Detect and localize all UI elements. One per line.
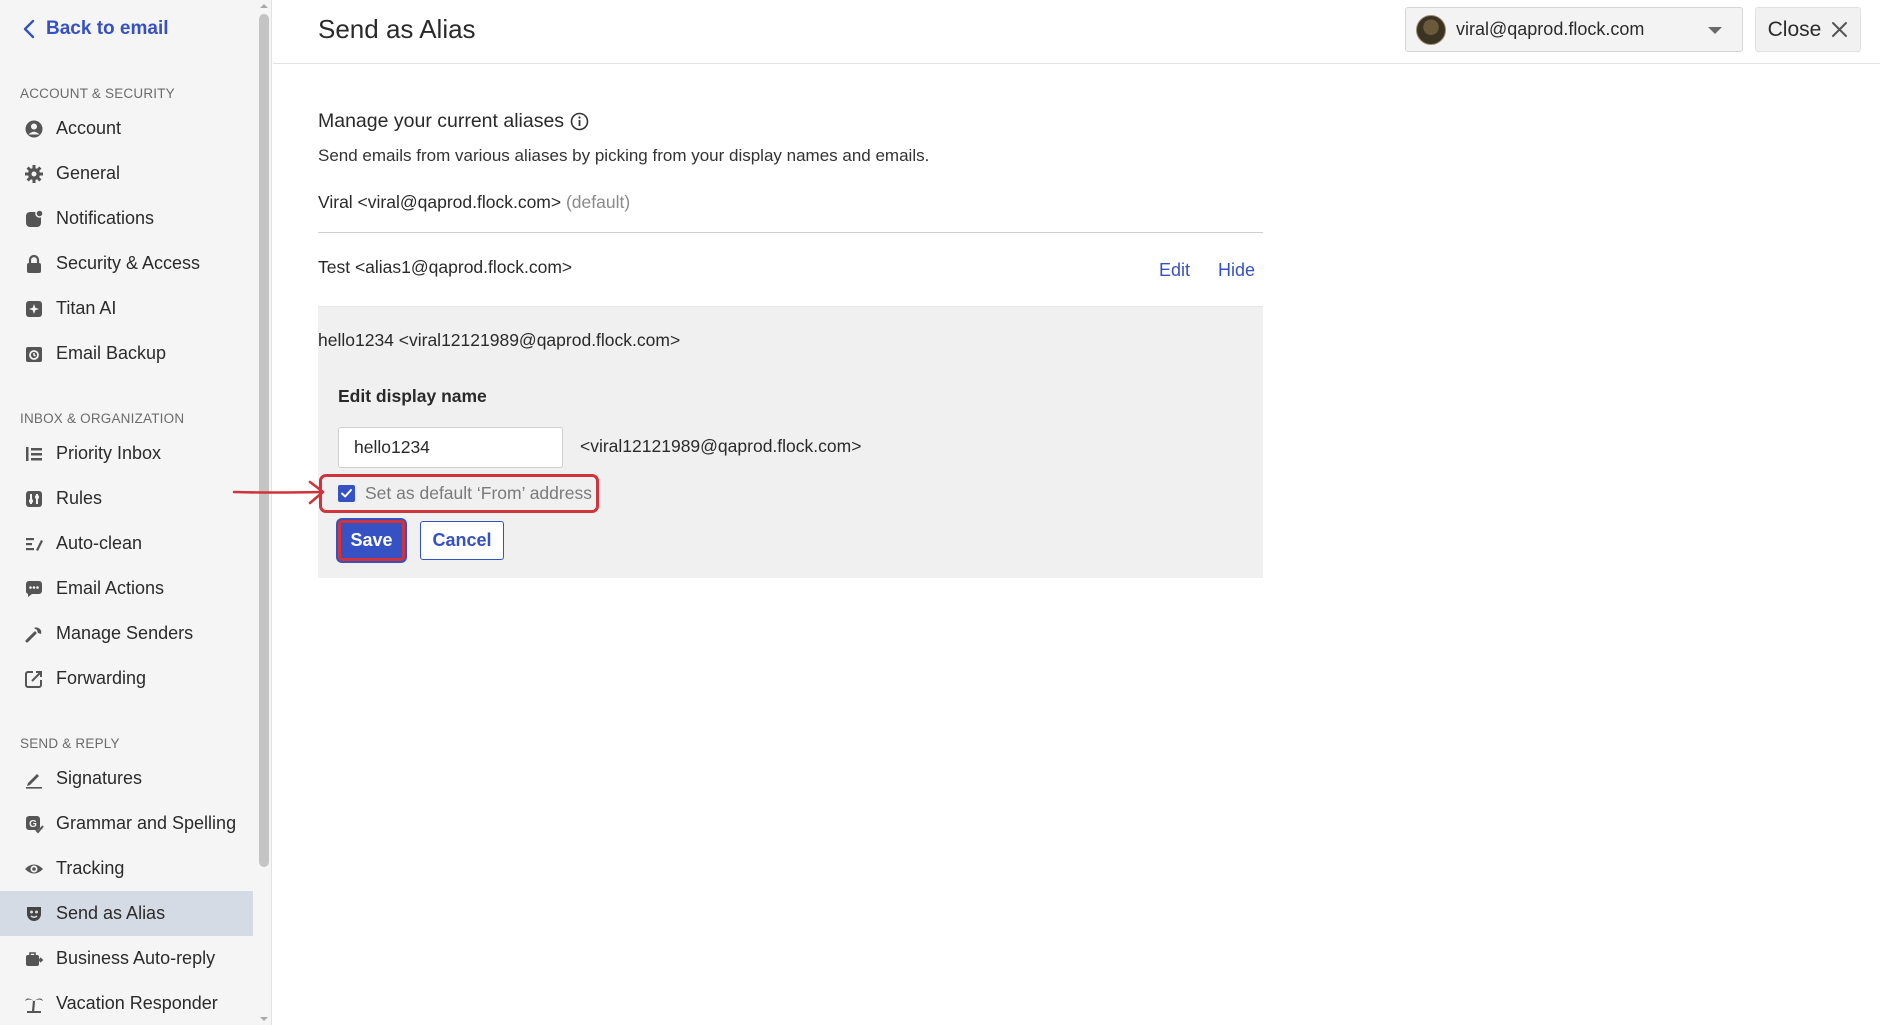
sparkle-icon xyxy=(24,299,44,319)
sidebar-item-label: Manage Senders xyxy=(56,623,194,643)
sidebar-item-priority-inbox[interactable]: Priority Inbox xyxy=(0,431,253,476)
annotation-arrow-icon xyxy=(232,480,325,505)
default-alias-row: Viral <viral@qaprod.flock.com> (default) xyxy=(318,192,630,213)
sidebar-item-label: General xyxy=(56,163,121,183)
sidebar-item-rules[interactable]: Rules xyxy=(0,476,253,521)
close-icon xyxy=(1832,22,1848,37)
page-title: Send as Alias xyxy=(318,14,476,44)
sidebar-item-label: Titan AI xyxy=(56,298,117,318)
manage-aliases-title: Manage your current aliases xyxy=(318,110,565,132)
info-icon[interactable] xyxy=(570,112,589,131)
sidebar-item-business-auto-reply[interactable]: Business Auto-reply xyxy=(0,936,253,981)
save-button[interactable]: Save xyxy=(338,520,405,561)
sidebar-item-label: Rules xyxy=(56,488,103,508)
grammar-icon: G xyxy=(24,814,44,834)
sidebar-item-label: Auto-clean xyxy=(56,533,143,553)
notification-icon xyxy=(24,208,44,229)
sidebar-item-notifications[interactable]: Notifications xyxy=(0,196,253,241)
gear-icon xyxy=(24,164,44,184)
sidebar-item-label: Grammar and Spelling xyxy=(56,813,237,833)
sidebar-item-auto-clean[interactable]: Auto-clean xyxy=(0,521,253,566)
alias-row-test: Test <alias1@qaprod.flock.com> xyxy=(318,257,573,277)
default-tag: (default) xyxy=(565,192,631,212)
email-actions-icon xyxy=(24,579,44,599)
section-label-inbox-organization: INBOX & ORGANIZATION xyxy=(20,411,185,426)
sidebar-item-label: Email Actions xyxy=(56,578,165,598)
default-alias-address: Viral <viral@qaprod.flock.com> xyxy=(318,192,562,212)
hide-alias-link[interactable]: Hide xyxy=(1218,260,1255,281)
section-label-account-security: ACCOUNT & SECURITY xyxy=(20,86,175,101)
user-circle-icon xyxy=(24,119,44,139)
svg-text:G: G xyxy=(29,819,37,830)
set-default-label: Set as default ‘From’ address xyxy=(365,483,592,503)
sidebar-item-label: Business Auto-reply xyxy=(56,948,216,968)
sidebar-item-label: Vacation Responder xyxy=(56,993,218,1013)
divider xyxy=(318,232,1263,233)
cancel-button[interactable]: Cancel xyxy=(420,521,504,560)
checkmark-icon xyxy=(341,489,352,498)
sidebar-item-label: Account xyxy=(56,118,122,138)
editing-alias-address: hello1234 <viral12121989@qaprod.flock.co… xyxy=(318,330,681,350)
sidebar-item-vacation-responder[interactable]: Vacation Responder xyxy=(0,981,253,1025)
sidebar-item-label: Notifications xyxy=(56,208,155,228)
close-button[interactable]: Close xyxy=(1755,7,1861,52)
sidebar-item-security-access[interactable]: Security & Access xyxy=(0,241,253,286)
settings-sidebar: Back to email ACCOUNT & SECURITY Account… xyxy=(0,0,272,1025)
sidebar-item-label: Send as Alias xyxy=(56,903,166,923)
lock-icon xyxy=(24,254,44,274)
manage-aliases-description: Send emails from various aliases by pick… xyxy=(318,146,930,165)
eye-icon xyxy=(24,859,44,879)
section-label-send-reply: SEND & REPLY xyxy=(20,736,120,751)
sidebar-scrollbar[interactable] xyxy=(256,0,271,1025)
edit-alias-panel: hello1234 <viral12121989@qaprod.flock.co… xyxy=(318,306,1263,578)
sidebar-item-label: Priority Inbox xyxy=(56,443,162,463)
sidebar-item-general[interactable]: General xyxy=(0,151,253,196)
account-dropdown[interactable]: viral@qaprod.flock.com xyxy=(1405,7,1743,52)
auto-clean-icon xyxy=(24,534,44,554)
sidebar-item-signatures[interactable]: Signatures xyxy=(0,756,253,801)
palm-tree-icon xyxy=(24,994,44,1014)
pen-icon xyxy=(24,769,44,789)
sidebar-item-tracking[interactable]: Tracking xyxy=(0,846,253,891)
backup-icon xyxy=(24,344,44,364)
sidebar-item-forwarding[interactable]: Forwarding xyxy=(0,656,253,701)
forward-icon xyxy=(24,669,44,689)
chevron-left-icon xyxy=(23,19,35,39)
scroll-thumb[interactable] xyxy=(259,14,269,867)
set-default-checkbox[interactable] xyxy=(338,485,355,502)
sidebar-item-label: Forwarding xyxy=(56,668,147,688)
manage-aliases-heading: Manage your current aliases xyxy=(318,110,589,133)
sidebar-item-titan-ai[interactable]: Titan AI xyxy=(0,286,253,331)
edit-alias-link[interactable]: Edit xyxy=(1159,260,1190,281)
back-to-email-link[interactable]: Back to email xyxy=(22,16,169,42)
sidebar-item-label: Security & Access xyxy=(56,253,201,273)
rules-icon xyxy=(24,489,44,509)
sidebar-item-label: Signatures xyxy=(56,768,143,788)
sidebar-item-email-actions[interactable]: Email Actions xyxy=(0,566,253,611)
close-label: Close xyxy=(1767,17,1822,41)
alias-email-address: <viral12121989@qaprod.flock.com> xyxy=(580,436,862,456)
sidebar-item-email-backup[interactable]: Email Backup xyxy=(0,331,253,376)
sidebar-item-label: Tracking xyxy=(56,858,125,878)
sidebar-item-account[interactable]: Account xyxy=(0,106,253,151)
display-name-input[interactable] xyxy=(338,427,563,468)
alias-mask-icon xyxy=(24,904,44,924)
account-email: viral@qaprod.flock.com xyxy=(1456,19,1645,39)
sidebar-item-manage-senders[interactable]: Manage Senders xyxy=(0,611,253,656)
sidebar-item-grammar-spelling[interactable]: G Grammar and Spelling xyxy=(0,801,253,846)
edit-display-name-label: Edit display name xyxy=(338,386,487,406)
wrench-icon xyxy=(24,624,44,644)
avatar xyxy=(1416,14,1446,45)
priority-list-icon xyxy=(24,444,44,464)
scroll-up-arrow-icon[interactable] xyxy=(259,1,269,11)
set-default-checkbox-row[interactable]: Set as default ‘From’ address xyxy=(338,483,592,504)
back-to-email-label: Back to email xyxy=(46,18,169,39)
business-reply-icon xyxy=(24,949,44,969)
scroll-down-arrow-icon[interactable] xyxy=(259,1014,269,1024)
sidebar-item-send-as-alias[interactable]: Send as Alias xyxy=(0,891,253,936)
sidebar-item-label: Email Backup xyxy=(56,343,167,363)
top-bar: Send as Alias viral@qaprod.flock.com Clo… xyxy=(273,0,1880,64)
caret-down-icon xyxy=(1708,27,1722,34)
